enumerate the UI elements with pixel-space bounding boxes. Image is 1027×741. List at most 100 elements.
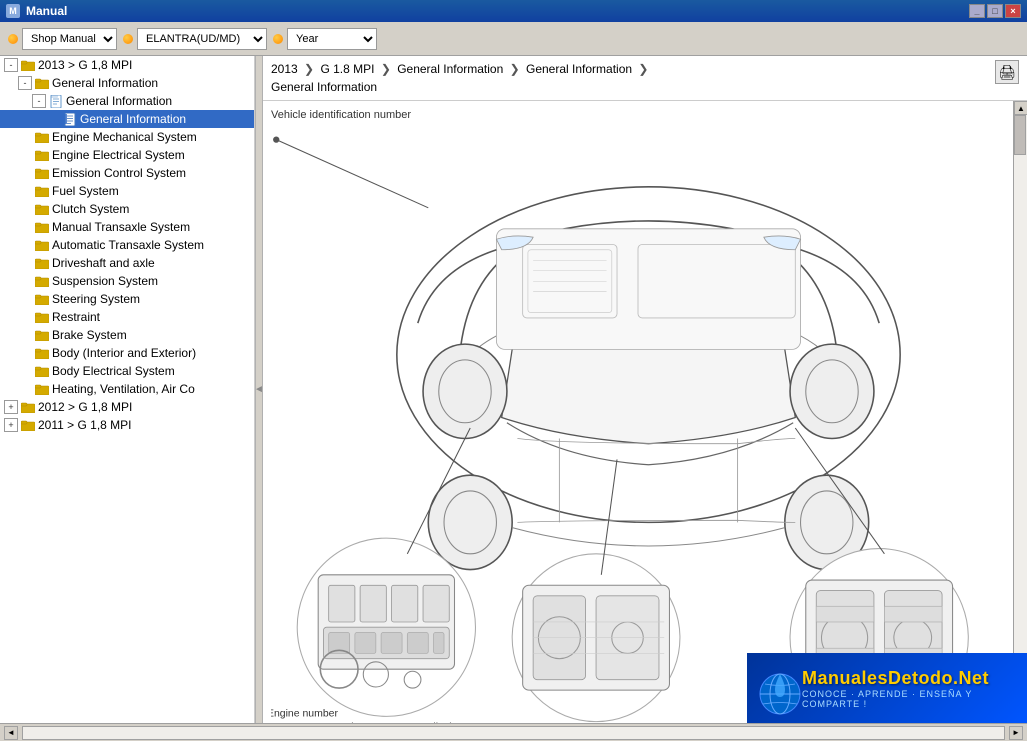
window-title: Manual: [26, 4, 67, 18]
watermark: ManualesDetodo.Net CONOCE · APRENDE · EN…: [747, 653, 1027, 723]
tree-label-node-gen-info-2: General Information: [66, 94, 172, 108]
folder-icon-node-suspension: [34, 273, 50, 289]
breadcrumb-gen-info-1[interactable]: General Information: [397, 62, 503, 76]
vertical-scrollbar[interactable]: ▲ □ □ ▼: [1013, 101, 1027, 723]
tree-label-node-suspension: Suspension System: [52, 274, 158, 288]
tree-item-node-hvac[interactable]: Heating, Ventilation, Air Co: [0, 380, 254, 398]
hscroll-track[interactable]: [22, 726, 1005, 740]
tree-label-node-body-elec: Body Electrical System: [52, 364, 175, 378]
folder-icon-node-body-elec: [34, 363, 50, 379]
tree-item-node-2013[interactable]: - 2013 > G 1,8 MPI: [0, 56, 254, 74]
tree-label-node-body: Body (Interior and Exterior): [52, 346, 196, 360]
tree-label-node-brake: Brake System: [52, 328, 127, 342]
tree-item-node-auto-trans[interactable]: Automatic Transaxle System: [0, 236, 254, 254]
folder-icon-node-fuel: [34, 183, 50, 199]
folder-icon-node-2011: [20, 417, 36, 433]
tree-item-node-engine-elec[interactable]: Engine Electrical System: [0, 146, 254, 164]
tree-label-node-auto-trans: Automatic Transaxle System: [52, 238, 204, 252]
folder-icon-node-emission: [34, 165, 50, 181]
close-button[interactable]: ×: [1005, 4, 1021, 18]
shop-manual-dropdown[interactable]: Shop Manual: [22, 28, 117, 50]
tree-item-node-restraint[interactable]: Restraint: [0, 308, 254, 326]
tree-item-node-fuel[interactable]: Fuel System: [0, 182, 254, 200]
bottom-bar: ◄ ►: [0, 723, 1027, 741]
scroll-track[interactable]: [1014, 115, 1027, 681]
folder-icon-node-body: [34, 345, 50, 361]
expand-btn-node-2012[interactable]: +: [4, 400, 18, 414]
expand-btn-node-gen-info[interactable]: -: [18, 76, 32, 90]
tree-label-node-2013: 2013 > G 1,8 MPI: [38, 58, 132, 72]
tree-label-node-manual-trans: Manual Transaxle System: [52, 220, 190, 234]
tree-item-node-body[interactable]: Body (Interior and Exterior): [0, 344, 254, 362]
tree-label-node-driveshaft: Driveshaft and axle: [52, 256, 155, 270]
breadcrumb-g18mpi[interactable]: G 1.8 MPI: [320, 62, 374, 76]
tree-item-node-suspension[interactable]: Suspension System: [0, 272, 254, 290]
folder-icon-node-clutch: [34, 201, 50, 217]
breadcrumb-gen-info-2[interactable]: General Information: [526, 62, 632, 76]
tree-label-node-gen-info-3: General Information: [80, 112, 186, 126]
tree-label-node-engine-mech: Engine Mechanical System: [52, 130, 197, 144]
tree-item-node-steering[interactable]: Steering System: [0, 290, 254, 308]
scroll-up-button[interactable]: ▲: [1014, 101, 1027, 115]
expand-btn-node-2013[interactable]: -: [4, 58, 18, 72]
doc-icon-node-gen-info-2: [48, 93, 64, 109]
watermark-globe-icon: [755, 669, 805, 719]
tree-item-node-gen-info[interactable]: - General Information: [0, 74, 254, 92]
toolbar-group-1: Shop Manual: [8, 28, 117, 50]
watermark-title: ManualesDetodo.Net: [802, 668, 1027, 689]
folder-icon-node-engine-elec: [34, 147, 50, 163]
breadcrumb-gen-info-3: General Information: [271, 80, 377, 94]
folder-icon-node-restraint: [34, 309, 50, 325]
breadcrumb: 2013 ❯ G 1.8 MPI ❯ General Information ❯…: [271, 60, 987, 96]
bullet-orange-2: [123, 34, 133, 44]
folder-icon-node-2012: [20, 399, 36, 415]
tree-label-node-gen-info: General Information: [52, 76, 158, 90]
tree-label-node-restraint: Restraint: [52, 310, 100, 324]
window-controls: _ □ ×: [969, 4, 1021, 18]
print-button[interactable]: 🖨: [995, 60, 1019, 84]
content-scroll-area: Vehicle identification number: [263, 101, 1027, 723]
folder-icon-node-steering: [34, 291, 50, 307]
tree-item-node-gen-info-3[interactable]: General Information: [0, 110, 254, 128]
tree-item-node-body-elec[interactable]: Body Electrical System: [0, 362, 254, 380]
tree-label-node-2012: 2012 > G 1,8 MPI: [38, 400, 132, 414]
app-icon: M: [6, 4, 20, 18]
expand-btn-node-2011[interactable]: +: [4, 418, 18, 432]
tree-item-node-brake[interactable]: Brake System: [0, 326, 254, 344]
tree-item-node-emission[interactable]: Emission Control System: [0, 164, 254, 182]
tree-label-node-fuel: Fuel System: [52, 184, 119, 198]
scroll-thumb[interactable]: [1014, 115, 1026, 155]
diagram-content: Vehicle identification number: [263, 101, 1013, 723]
folder-icon-node-brake: [34, 327, 50, 343]
breadcrumb-2013[interactable]: 2013: [271, 62, 298, 76]
folder-icon-node-gen-info: [34, 75, 50, 91]
expand-btn-node-gen-info-2[interactable]: -: [32, 94, 46, 108]
hscroll-right-button[interactable]: ►: [1009, 726, 1023, 740]
tree-label-node-clutch: Clutch System: [52, 202, 129, 216]
toolbar-group-2: ELANTRA(UD/MD): [123, 28, 267, 50]
tree-item-node-engine-mech[interactable]: Engine Mechanical System: [0, 128, 254, 146]
tree-item-node-gen-info-2[interactable]: - General Information: [0, 92, 254, 110]
model-dropdown[interactable]: ELANTRA(UD/MD): [137, 28, 267, 50]
folder-icon-node-engine-mech: [34, 129, 50, 145]
watermark-subtitle: CONOCE · APRENDE · ENSEÑA Y COMPARTE !: [802, 689, 1027, 709]
year-dropdown[interactable]: Year: [287, 28, 377, 50]
folder-icon-node-driveshaft: [34, 255, 50, 271]
hscroll-left-button[interactable]: ◄: [4, 726, 18, 740]
splitter[interactable]: ◄: [255, 56, 263, 723]
minimize-button[interactable]: _: [969, 4, 985, 18]
toolbar-group-3: Year: [273, 28, 377, 50]
tree-item-node-2011[interactable]: +2011 > G 1,8 MPI: [0, 416, 254, 434]
tree-container: -2013 > G 1,8 MPI-General Information-Ge…: [0, 56, 254, 434]
tree-item-node-manual-trans[interactable]: Manual Transaxle System: [0, 218, 254, 236]
tree-item-node-driveshaft[interactable]: Driveshaft and axle: [0, 254, 254, 272]
tree-item-node-clutch[interactable]: Clutch System: [0, 200, 254, 218]
tree-item-node-2012[interactable]: +2012 > G 1,8 MPI: [0, 398, 254, 416]
folder-icon-node-hvac: [34, 381, 50, 397]
tree-label-node-engine-elec: Engine Electrical System: [52, 148, 185, 162]
tree-label-node-hvac: Heating, Ventilation, Air Co: [52, 382, 195, 396]
svg-text:Engine number: Engine number: [271, 708, 338, 719]
maximize-button[interactable]: □: [987, 4, 1003, 18]
sidebar: -2013 > G 1,8 MPI-General Information-Ge…: [0, 56, 255, 723]
content-area: 2013 ❯ G 1.8 MPI ❯ General Information ❯…: [263, 56, 1027, 723]
